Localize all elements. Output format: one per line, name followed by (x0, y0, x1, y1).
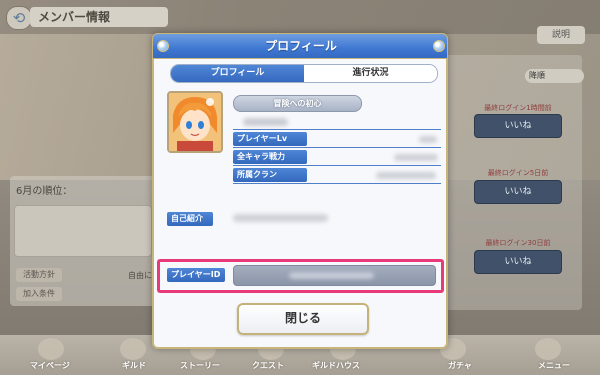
clan-comment-box (14, 205, 152, 257)
player-name-blurred (243, 118, 288, 126)
player-name (237, 117, 357, 127)
like-button[interactable]: いいね (474, 180, 562, 204)
back-arrow-icon[interactable]: ⟲ (6, 6, 32, 30)
nav-guild[interactable]: ギルド (122, 360, 146, 371)
player-title: 冒険への初心 (273, 99, 322, 108)
player-title-badge: 冒険への初心 (233, 95, 362, 112)
month-rank-label: 6月の順位： (16, 186, 73, 197)
screen-title: メンバー情報 (30, 7, 168, 27)
nav-quest[interactable]: クエスト (252, 360, 284, 371)
last-login-caption: 最終ログイン5日前 (487, 169, 549, 177)
dialog-title: プロフィール (265, 39, 337, 53)
clan-value-blurred (376, 172, 436, 179)
player-avatar (167, 91, 223, 153)
nav-gacha[interactable]: ガチャ (448, 360, 472, 371)
tab-progress[interactable]: 進行状況 (304, 65, 437, 82)
like-button[interactable]: いいね (474, 250, 562, 274)
profile-tabs: プロフィール 進行状況 (170, 64, 438, 83)
divider (233, 165, 441, 166)
dialog-header: プロフィール (152, 33, 448, 59)
nav-mypage[interactable]: マイページ (30, 360, 70, 371)
player-level-value-blurred (419, 136, 437, 143)
character-portrait-icon (169, 93, 221, 151)
activity-policy-text: 自由に (128, 271, 152, 280)
total-power-label: 全キャラ戦力 (233, 150, 307, 164)
like-button[interactable]: いいね (474, 114, 562, 138)
sort-toggle[interactable]: 降順 (525, 69, 584, 83)
help-button[interactable]: 説明 (537, 26, 585, 44)
nav-story[interactable]: ストーリー (180, 360, 220, 371)
menu-icon (535, 338, 561, 360)
last-login-caption: 最終ログイン30日前 (485, 239, 551, 247)
join-condition-chip: 加入条件 (16, 287, 62, 301)
nav-guild-house[interactable]: ギルドハウス (312, 360, 360, 371)
gem-ornament-icon (433, 40, 445, 52)
close-button[interactable]: 閉じる (237, 303, 369, 335)
player-id-highlight (157, 259, 444, 293)
mypage-icon (38, 338, 64, 360)
profile-dialog: プロフィール プロフィール 進行状況 冒険への初心 プレイヤーLv 全キャラ戦力… (152, 33, 448, 349)
self-intro-text-blurred (233, 214, 328, 222)
divider (233, 129, 441, 130)
divider (233, 147, 441, 148)
player-level-label: プレイヤーLv (233, 132, 307, 146)
clan-label: 所属クラン (233, 168, 307, 182)
guild-icon (120, 338, 146, 360)
self-intro-label: 自己紹介 (167, 212, 213, 226)
last-login-caption: 最終ログイン1時間前 (484, 104, 552, 112)
divider (233, 183, 441, 184)
activity-policy-chip: 活動方針 (16, 268, 62, 282)
tab-profile[interactable]: プロフィール (171, 65, 304, 82)
total-power-value-blurred (394, 154, 438, 161)
nav-menu[interactable]: メニュー (538, 360, 570, 371)
